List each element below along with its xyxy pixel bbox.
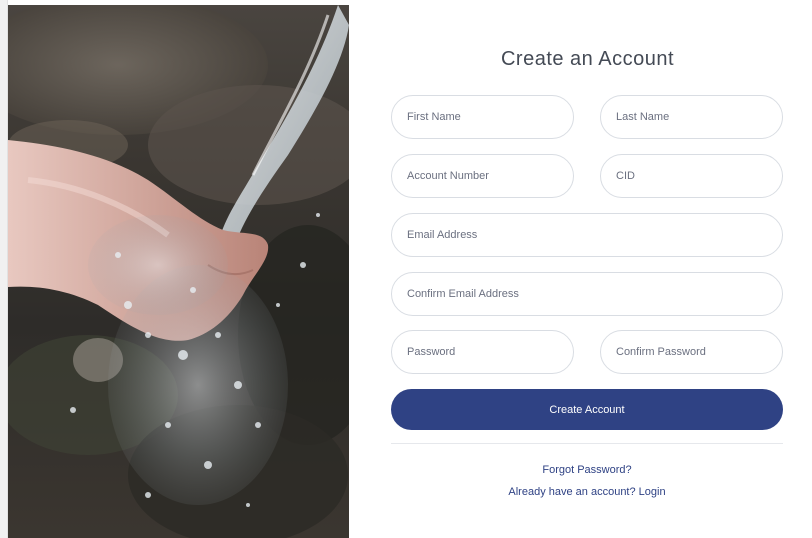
forgot-password-link[interactable]: Forgot Password? — [391, 464, 783, 476]
cid-field[interactable] — [600, 154, 783, 198]
page: Create an Account Create Account Forgot … — [0, 0, 812, 538]
signup-form: Create an Account Create Account Forgot … — [391, 0, 784, 538]
left-edge-strip — [0, 0, 8, 538]
page-title: Create an Account — [500, 48, 675, 70]
password-field[interactable] — [391, 330, 574, 374]
login-link[interactable]: Already have an account? Login — [391, 486, 783, 498]
divider — [391, 443, 783, 444]
account-number-field[interactable] — [391, 154, 574, 198]
last-name-field[interactable] — [600, 95, 783, 139]
confirm-email-field[interactable] — [391, 272, 783, 316]
hand-water-photo — [8, 5, 349, 538]
first-name-field[interactable] — [391, 95, 574, 139]
confirm-password-field[interactable] — [600, 330, 783, 374]
email-field[interactable] — [391, 213, 783, 257]
create-account-button[interactable]: Create Account — [391, 389, 783, 430]
